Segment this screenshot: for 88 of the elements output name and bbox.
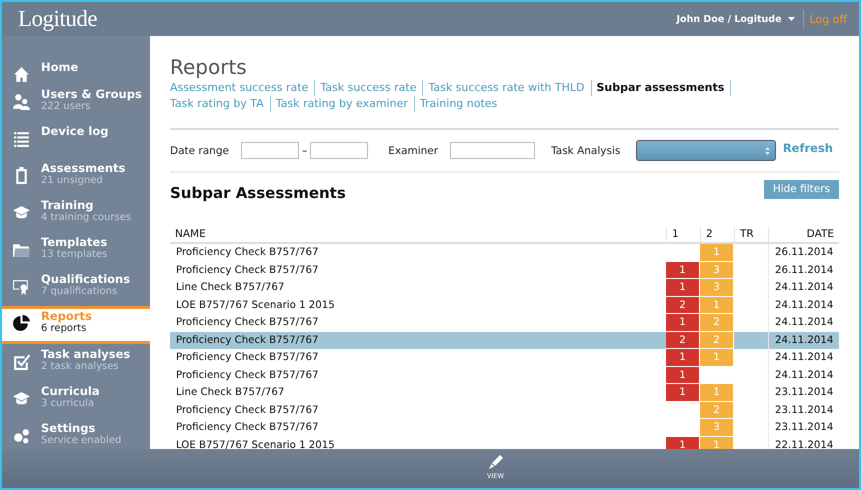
caret-icon — [788, 17, 795, 21]
table-cell-text: Line Check B757/767 — [175, 386, 286, 400]
score-cell: 1 — [666, 279, 700, 296]
section-title: Subpar Assessments — [170, 184, 346, 202]
report-link[interactable]: Subpar assessments — [596, 80, 732, 96]
score-cell: 1 — [666, 366, 700, 384]
score-cell: 1 — [666, 262, 700, 279]
score-cell: 2 — [666, 296, 700, 314]
task-analysis-label: Task Analysis — [551, 144, 620, 156]
table-cell-text: Proficiency Check B757/767 — [175, 246, 320, 260]
table-cell-text: Proficiency Check B757/767 — [175, 351, 320, 365]
report-link[interactable]: Task rating by TA — [170, 96, 271, 112]
sidebar-item[interactable]: Reports 6 reports — [2, 306, 150, 344]
refresh-link[interactable]: Refresh — [782, 140, 833, 154]
report-link[interactable]: Training notes — [420, 96, 504, 112]
sidebar-item[interactable]: Curricula 3 curricula — [2, 382, 150, 419]
table-cell: 24.11.2014 — [768, 296, 839, 314]
table-cell-text: Proficiency Check B757/767 — [175, 368, 320, 382]
user-menu[interactable]: John Doe / Logitude — [676, 10, 804, 28]
date-to-field[interactable] — [310, 142, 368, 159]
table-cell-text: Proficiency Check B757/767 — [175, 316, 320, 330]
examiner-field[interactable] — [450, 142, 536, 159]
score-cell: 1 — [700, 436, 734, 449]
score-cell: 2 — [666, 332, 700, 349]
hide-filters-button[interactable]: Hide filters — [764, 180, 839, 198]
sidebar-item[interactable]: Templates 13 templates — [2, 233, 150, 270]
users-icon — [12, 92, 31, 111]
score-cell: 1 — [700, 244, 734, 262]
date-from-field[interactable] — [240, 142, 299, 159]
home-icon — [12, 65, 31, 84]
column-header[interactable]: DATE — [768, 227, 839, 244]
table-cell: 23.11.2014 — [768, 384, 839, 402]
report-link[interactable]: Task success rate with THLD — [428, 80, 592, 96]
table-cell-text: LOE B757/767 Scenario 1 2015 — [175, 298, 336, 312]
table-cell-text: Line Check B757/767 — [175, 281, 286, 295]
logo: Logitude — [18, 6, 98, 32]
date-separator: – — [302, 144, 308, 156]
up-down-arrows-icon — [765, 146, 770, 154]
score-cell: 1 — [666, 384, 700, 402]
score-cell: 3 — [700, 262, 734, 279]
score-cell: 1 — [700, 296, 734, 314]
score-cell: 2 — [700, 314, 734, 332]
table-cell: 23.11.2014 — [768, 402, 839, 419]
score-cell: 1 — [666, 314, 700, 332]
report-link[interactable]: Task success rate — [320, 80, 424, 96]
column-header[interactable]: TR — [734, 227, 768, 244]
report-link[interactable]: Assessment success rate — [170, 80, 316, 96]
score-cell: 2 — [700, 332, 734, 349]
table-cell: 26.11.2014 — [768, 244, 839, 262]
table-cell: 24.11.2014 — [768, 349, 839, 366]
task-analysis-select[interactable] — [636, 140, 776, 161]
table-cell: Proficiency Check B757/767 — [170, 332, 666, 349]
table-cell: 24.11.2014 — [768, 332, 839, 349]
sidebar-item[interactable]: Qualifications 7 qualifications — [2, 270, 150, 307]
table-cell — [734, 332, 768, 349]
sidebar-item[interactable]: Users & Groups 222 users — [2, 85, 150, 122]
pie-chart-icon — [12, 314, 31, 333]
sidebar-item[interactable]: Device log — [2, 122, 150, 159]
pencil-icon — [488, 455, 502, 469]
checkbox-icon — [12, 352, 31, 371]
sidebar-item[interactable]: Task analyses 2 task analyses — [2, 345, 150, 382]
table-cell: 26.11.2014 — [768, 262, 839, 279]
score-cell: 3 — [700, 419, 734, 436]
score-cell: 1 — [700, 384, 734, 402]
table-cell: 24.11.2014 — [768, 279, 839, 296]
table-cell: 23.11.2014 — [768, 419, 839, 436]
column-header[interactable]: 1 — [666, 227, 700, 244]
report-link[interactable]: Task rating by examiner — [276, 96, 415, 112]
score-cell: 1 — [666, 349, 700, 366]
score-cell: 1 — [700, 349, 734, 366]
score-cell: 1 — [666, 436, 700, 449]
sidebar-item[interactable]: Assessments 21 unsigned — [2, 159, 150, 196]
page-title: Reports — [170, 54, 248, 80]
table-cell-text: Proficiency Check B757/767 — [175, 404, 320, 418]
table-cell-text: Proficiency Check B757/767 — [175, 421, 320, 435]
sidebar-item[interactable]: Settings Service enabled — [2, 419, 150, 446]
score-cell: 3 — [700, 279, 734, 296]
list-icon — [12, 129, 31, 148]
sidebar-item[interactable]: Training 4 training courses — [2, 196, 150, 233]
table-cell: 24.11.2014 — [768, 366, 839, 384]
table-cell-text: LOE B757/767 Scenario 1 2015 — [175, 438, 336, 449]
sidebar-item[interactable]: Home — [2, 58, 150, 85]
table-cell-text: Proficiency Check B757/767 — [175, 264, 320, 278]
score-cell: 2 — [700, 402, 734, 419]
certificate-icon — [12, 277, 31, 296]
column-header[interactable]: NAME — [170, 227, 666, 244]
examiner-label: Examiner — [388, 144, 438, 156]
date-range-label: Date range — [170, 144, 229, 156]
